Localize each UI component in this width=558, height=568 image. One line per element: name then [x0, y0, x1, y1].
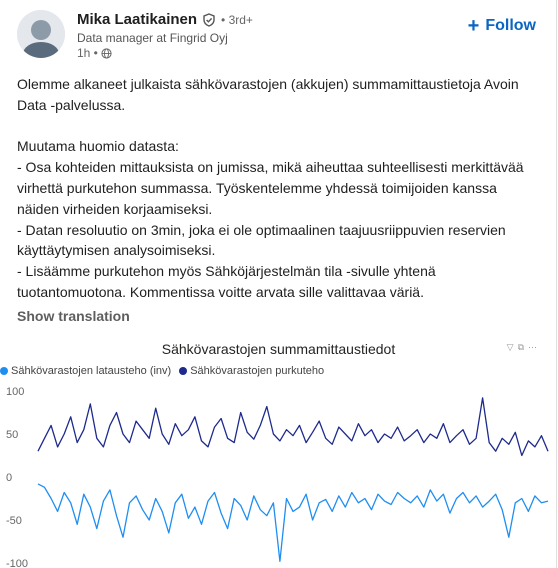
globe-icon	[101, 47, 112, 59]
y-tick-label: 50	[6, 429, 18, 441]
post-meta: 1h •	[77, 46, 112, 60]
chart-image[interactable]: Sähkövarastojen summamittaustiedot ▽⧉⋯ S…	[0, 334, 557, 568]
plus-icon: +	[467, 15, 480, 37]
post-paragraph: Muutama huomio datasta:	[17, 138, 179, 155]
post-paragraph: - Osa kohteiden mittauksista on jumissa,…	[17, 159, 524, 217]
post-text: Olemme alkaneet julkaista sähkövarastoje…	[17, 74, 527, 303]
post-paragraph: - Datan resoluutio on 3min, joka ei ole …	[17, 221, 506, 259]
follow-label: Follow	[485, 17, 536, 34]
verified-shield-icon	[202, 12, 216, 27]
connection-degree: • 3rd+	[221, 12, 253, 27]
author-headline: Data manager at Fingrid Oyj	[77, 31, 228, 45]
series-line-1	[37, 397, 549, 457]
author-avatar[interactable]	[17, 10, 65, 58]
y-tick-label: -50	[6, 515, 22, 527]
linkedin-post-card: Mika Laatikainen • 3rd+ Data manager at …	[0, 0, 557, 568]
y-tick-label: 0	[6, 472, 12, 484]
series-line-0	[37, 483, 549, 562]
author-name-row: Mika Laatikainen • 3rd+	[77, 11, 253, 28]
post-time: 1h •	[77, 46, 98, 60]
post-paragraph: - Lisäämme purkutehon myös Sähköjärjeste…	[17, 263, 436, 300]
post-paragraph: Olemme alkaneet julkaista sähkövarastoje…	[17, 76, 519, 113]
author-name[interactable]: Mika Laatikainen	[77, 11, 197, 28]
post-paragraph	[17, 116, 527, 137]
follow-button[interactable]: + Follow	[462, 13, 542, 39]
avatar-image	[17, 10, 65, 58]
chart-plot: 100 50 0 -50 -100	[6, 386, 549, 568]
y-tick-label: -100	[6, 558, 28, 568]
y-tick-label: 100	[6, 386, 24, 398]
show-translation-link[interactable]: Show translation	[17, 308, 130, 324]
